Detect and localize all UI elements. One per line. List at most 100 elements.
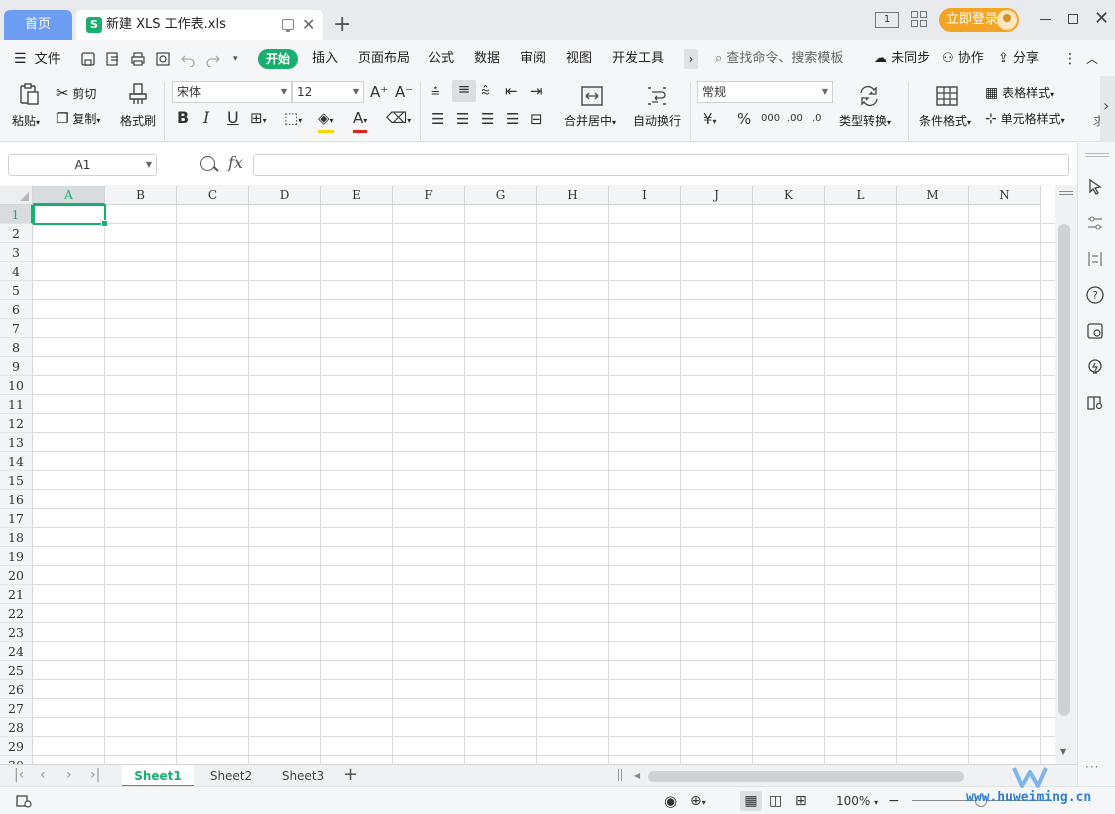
row-header-21[interactable]: 21 <box>0 585 33 604</box>
format-painter-icon[interactable] <box>126 82 150 106</box>
decrease-font-icon[interactable]: A⁻ <box>395 83 413 101</box>
tab-page-layout[interactable]: 页面布局 <box>358 40 410 78</box>
type-convert-icon[interactable] <box>857 84 881 108</box>
row-header-7[interactable]: 7 <box>0 319 33 338</box>
column-header-l[interactable]: L <box>825 186 897 205</box>
number-format-combo[interactable]: 常规 ▼ <box>697 81 833 103</box>
row-header-26[interactable]: 26 <box>0 680 33 699</box>
row-header-15[interactable]: 15 <box>0 471 33 490</box>
monitor-icon[interactable] <box>282 19 294 32</box>
print-preview-icon[interactable] <box>155 51 171 67</box>
tab-data[interactable]: 数据 <box>474 40 500 78</box>
transform-icon[interactable] <box>1085 249 1105 269</box>
font-color-icon[interactable]: A▾ <box>353 109 368 133</box>
italic-icon[interactable]: I <box>203 109 209 127</box>
row-header-10[interactable]: 10 <box>0 376 33 395</box>
select-all-corner[interactable] <box>0 186 33 205</box>
ribbon-scroll-right-icon[interactable] <box>1100 76 1115 142</box>
save-icon[interactable] <box>80 51 96 67</box>
row-header-6[interactable]: 6 <box>0 300 33 319</box>
paste-button[interactable]: 粘贴▾ <box>12 112 40 129</box>
wrap-text-button[interactable]: 自动换行 <box>633 112 681 129</box>
tab-insert[interactable]: 插入 <box>312 40 338 78</box>
zoom-level-dropdown[interactable]: 100% ▾ <box>836 787 878 814</box>
row-header-30[interactable]: 30 <box>0 756 33 764</box>
percent-icon[interactable]: % <box>737 110 751 128</box>
row-header-9[interactable]: 9 <box>0 357 33 376</box>
insert-function-icon[interactable]: fx <box>228 153 243 172</box>
active-cell-a1[interactable] <box>33 204 108 227</box>
align-middle-icon[interactable]: ≡ <box>452 80 476 102</box>
distributed-align-icon[interactable]: ⊟ <box>530 110 543 128</box>
tab-split-handle[interactable] <box>618 769 622 781</box>
close-tab-icon[interactable]: ✕ <box>302 16 315 34</box>
page-break-view-icon[interactable]: ⊞ <box>795 787 807 814</box>
formula-input[interactable] <box>253 154 1069 176</box>
fill-pattern-icon[interactable]: ⬚▾ <box>284 109 302 130</box>
row-header-18[interactable]: 18 <box>0 528 33 547</box>
conditional-format-button[interactable]: 条件格式▾ <box>919 112 971 129</box>
tab-view[interactable]: 视图 <box>566 40 592 78</box>
scroll-down-icon[interactable]: ▼ <box>1060 747 1066 756</box>
merge-center-icon[interactable] <box>580 84 604 108</box>
row-header-28[interactable]: 28 <box>0 718 33 737</box>
row-header-17[interactable]: 17 <box>0 509 33 528</box>
idea-bulb-icon[interactable] <box>1085 357 1105 377</box>
column-header-b[interactable]: B <box>105 186 177 205</box>
normal-view-icon[interactable]: ▦ <box>740 791 762 811</box>
more-tabs-icon[interactable]: › <box>684 49 698 69</box>
align-right-icon[interactable]: ☰ <box>481 110 494 128</box>
increase-indent-icon[interactable]: ⇥ <box>530 82 543 100</box>
align-top-icon[interactable]: ⩮ <box>431 82 440 100</box>
input-method-icon[interactable]: ⊕▾ <box>690 787 706 814</box>
row-header-3[interactable]: 3 <box>0 243 33 262</box>
select-pointer-icon[interactable] <box>1085 177 1105 197</box>
document-tab[interactable]: S 新建 XLS 工作表.xls ✕ <box>76 10 323 40</box>
row-header-13[interactable]: 13 <box>0 433 33 452</box>
redo-icon[interactable] <box>205 51 221 67</box>
column-header-n[interactable]: N <box>969 186 1041 205</box>
quick-access-dropdown-icon[interactable]: ▾ <box>233 54 249 70</box>
horizontal-scrollbar[interactable]: ◀ <box>628 769 1064 783</box>
row-header-12[interactable]: 12 <box>0 414 33 433</box>
cell-area[interactable] <box>33 205 1055 764</box>
more-options-icon[interactable]: ⋮ <box>1063 40 1077 78</box>
increase-font-icon[interactable]: A⁺ <box>370 83 388 101</box>
row-header-20[interactable]: 20 <box>0 566 33 585</box>
row-header-8[interactable]: 8 <box>0 338 33 357</box>
table-style-button[interactable]: ▦ 表格样式▾ <box>985 84 1054 101</box>
row-header-24[interactable]: 24 <box>0 642 33 661</box>
next-sheet-icon[interactable]: › <box>66 766 72 784</box>
row-header-22[interactable]: 22 <box>0 604 33 623</box>
font-name-combo[interactable]: 宋体 ▼ <box>172 81 292 103</box>
column-header-a[interactable]: A <box>33 186 105 205</box>
window-close-icon[interactable]: ✕ <box>1094 8 1109 30</box>
book-search-icon[interactable] <box>1085 393 1105 413</box>
image-tool-icon[interactable] <box>1085 321 1105 341</box>
panel-more-icon[interactable]: ··· <box>1085 760 1105 780</box>
row-header-29[interactable]: 29 <box>0 737 33 756</box>
cut-button[interactable]: ✂ 剪切 <box>56 84 96 102</box>
row-header-4[interactable]: 4 <box>0 262 33 281</box>
tab-start[interactable]: 开始 <box>258 49 298 69</box>
file-menu[interactable]: ☰ 文件 <box>14 40 61 79</box>
share-button[interactable]: ⇪ 分享 <box>998 40 1039 78</box>
eye-protection-icon[interactable]: ◉ <box>664 787 677 814</box>
row-header-25[interactable]: 25 <box>0 661 33 680</box>
panel-grip-icon[interactable] <box>1085 153 1109 157</box>
column-header-d[interactable]: D <box>249 186 321 205</box>
prev-sheet-icon[interactable]: ‹ <box>40 766 46 784</box>
align-left-icon[interactable]: ☰ <box>431 110 444 128</box>
spreadsheet-grid[interactable]: ABCDEFGHIJKLMN 1 2 3 4 5 6 7 8 9 10 11 12 13 14 15 16 17… <box>0 186 1055 764</box>
last-sheet-icon[interactable]: ›| <box>90 766 100 784</box>
conditional-format-icon[interactable] <box>935 84 959 108</box>
column-header-h[interactable]: H <box>537 186 609 205</box>
increase-decimal-icon[interactable]: .00 <box>787 110 803 128</box>
decrease-decimal-icon[interactable]: .0 <box>812 110 822 128</box>
zoom-search-icon[interactable] <box>200 156 215 171</box>
add-sheet-icon[interactable]: + <box>343 764 358 786</box>
export-pdf-icon[interactable] <box>105 51 121 67</box>
cell-style-button[interactable]: ⊹ 单元格样式▾ <box>985 110 1065 127</box>
borders-icon[interactable]: ⊞▾ <box>250 109 267 130</box>
align-center-icon[interactable]: ☰ <box>456 110 469 128</box>
